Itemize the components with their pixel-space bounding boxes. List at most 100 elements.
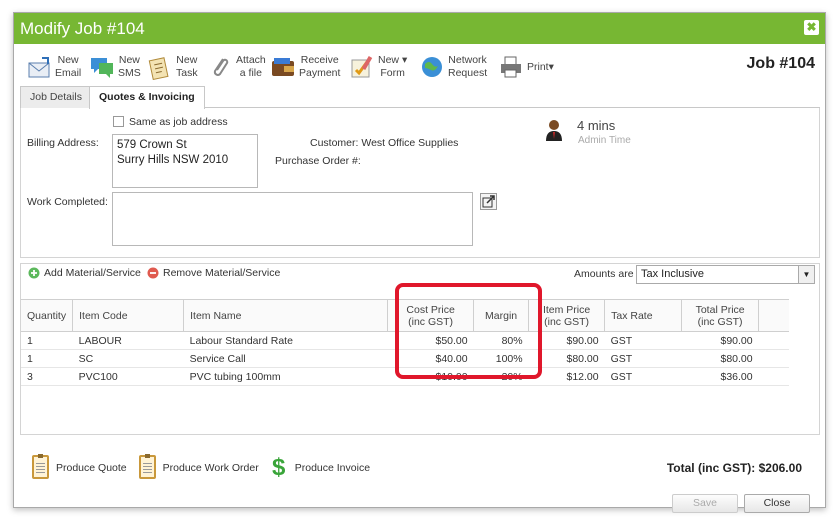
produce-work-order-button[interactable]: Produce Work Order xyxy=(137,454,259,481)
admin-time-label: Admin Time xyxy=(578,135,631,146)
network-request-label2: Request xyxy=(448,67,488,79)
tab-strip: Job Details Quotes & Invoicing xyxy=(20,86,820,109)
new-email-label1: New xyxy=(57,54,79,66)
print-label: Print xyxy=(527,60,549,73)
produce-quote-button[interactable]: Produce Quote xyxy=(30,454,127,481)
col-item-name[interactable]: Item Name xyxy=(183,299,389,332)
produce-invoice-button[interactable]: $ Produce Invoice xyxy=(269,455,370,481)
cell-code[interactable]: LABOUR xyxy=(72,331,184,350)
new-form-button[interactable]: New ▾ Form xyxy=(349,51,407,83)
customer-value: West Office Supplies xyxy=(361,137,459,149)
dialog-title: Modify Job #104 xyxy=(20,19,145,38)
new-task-label2: Task xyxy=(176,67,198,79)
new-email-label2: Email xyxy=(55,67,82,79)
grand-total: Total (inc GST): $206.00 xyxy=(666,461,802,475)
printer-icon xyxy=(498,54,524,80)
cell-tax[interactable]: GST xyxy=(604,349,682,368)
billing-panel: Same as job address Billing Address: 579… xyxy=(20,108,820,258)
expand-icon[interactable] xyxy=(480,193,497,210)
cell-spacer xyxy=(758,349,789,368)
tab-quotes-invoicing[interactable]: Quotes & Invoicing xyxy=(89,86,205,109)
produce-work-order-label: Produce Work Order xyxy=(162,462,259,474)
dialog-titlebar: Modify Job #104 ✖ xyxy=(14,13,825,44)
clipboard-icon xyxy=(30,454,50,481)
close-button[interactable]: Close xyxy=(744,494,810,513)
produce-invoice-label: Produce Invoice xyxy=(294,462,371,474)
cell-tax[interactable]: GST xyxy=(604,367,682,386)
cell-code[interactable]: SC xyxy=(72,349,184,368)
new-form-label1: New xyxy=(378,54,400,66)
network-request-label1: Network xyxy=(448,54,487,66)
chevron-down-icon: ▾ xyxy=(548,60,554,73)
cell-total: $36.00 xyxy=(681,367,759,386)
form-icon xyxy=(349,54,375,80)
cell-name[interactable]: Service Call xyxy=(183,349,388,368)
dollar-icon: $ xyxy=(272,454,286,481)
add-material-label: Add Material/Service xyxy=(44,267,141,279)
billing-address-label: Billing Address: xyxy=(27,137,99,149)
produce-actions: Produce Quote Produce Work Order $ Produ… xyxy=(30,454,380,482)
receive-payment-button[interactable]: Receive Payment xyxy=(270,51,340,83)
email-icon xyxy=(26,54,52,80)
chevron-down-icon: ▾ xyxy=(401,54,408,66)
amounts-are-label: Amounts are xyxy=(574,268,634,280)
col-item-code[interactable]: Item Code xyxy=(72,299,185,332)
cell-total: $90.00 xyxy=(681,331,759,350)
clipboard-icon xyxy=(137,454,157,481)
cell-code[interactable]: PVC100 xyxy=(72,367,184,386)
attach-label1: Attach xyxy=(236,54,266,66)
task-icon xyxy=(147,54,173,81)
paperclip-icon xyxy=(207,54,233,80)
network-request-button[interactable]: Network Request xyxy=(419,51,487,83)
customer-field: Customer: West Office Supplies xyxy=(310,137,458,149)
work-completed-field[interactable] xyxy=(112,192,473,246)
add-material-button[interactable]: Add Material/Service xyxy=(28,267,141,279)
receive-payment-label1: Receive xyxy=(300,54,339,66)
col-quantity[interactable]: Quantity xyxy=(21,299,74,332)
cell-qty[interactable]: 3 xyxy=(21,367,73,386)
new-email-button[interactable]: New Email xyxy=(26,51,81,83)
cell-tax[interactable]: GST xyxy=(604,331,682,350)
billing-address-field[interactable]: 579 Crown St Surry Hills NSW 2010 xyxy=(112,134,258,188)
attach-label2: a file xyxy=(239,67,262,79)
produce-quote-label: Produce Quote xyxy=(56,462,127,474)
chevron-down-icon: ▼ xyxy=(798,266,814,283)
cell-name[interactable]: Labour Standard Rate xyxy=(183,331,388,350)
save-button[interactable]: Save xyxy=(672,494,738,513)
close-icon[interactable]: ✖ xyxy=(804,20,819,35)
new-sms-button[interactable]: New SMS xyxy=(89,51,141,83)
receive-payment-label2: Payment xyxy=(299,67,341,79)
print-button[interactable]: Print▾ xyxy=(498,51,554,83)
col-tax-rate[interactable]: Tax Rate xyxy=(604,299,683,332)
remove-material-button[interactable]: Remove Material/Service xyxy=(147,267,280,279)
cell-name[interactable]: PVC tubing 100mm xyxy=(183,367,388,386)
same-as-job-address-label: Same as job address xyxy=(129,116,228,128)
wallet-icon xyxy=(270,54,296,80)
cell-qty[interactable]: 1 xyxy=(21,331,73,350)
highlight-box xyxy=(395,283,542,379)
amounts-select[interactable]: Tax Inclusive ▼ xyxy=(636,265,815,284)
user-icon xyxy=(545,119,563,141)
billing-address-line2: Surry Hills NSW 2010 xyxy=(117,154,229,166)
globe-icon xyxy=(419,54,445,80)
cell-spacer xyxy=(758,367,789,386)
remove-material-label: Remove Material/Service xyxy=(163,267,281,279)
modify-job-dialog: Modify Job #104 ✖ New Email New SMS New Tas… xyxy=(13,12,826,513)
new-task-button[interactable]: New Task xyxy=(147,51,198,83)
tab-job-details[interactable]: Job Details xyxy=(20,86,92,108)
new-form-label2: Form xyxy=(380,67,405,79)
same-as-job-address-checkbox[interactable] xyxy=(113,116,124,127)
purchase-order-label: Purchase Order #: xyxy=(275,155,361,167)
col-total-price[interactable]: Total Price (inc GST) xyxy=(681,299,760,332)
cell-spacer xyxy=(758,331,789,350)
sms-icon xyxy=(89,54,115,80)
work-completed-label: Work Completed: xyxy=(27,196,108,208)
billing-address-line1: 579 Crown St xyxy=(117,139,187,151)
cell-qty[interactable]: 1 xyxy=(21,349,73,368)
remove-icon xyxy=(147,267,159,279)
attach-file-button[interactable]: Attach a file xyxy=(207,51,266,83)
add-icon xyxy=(28,267,40,279)
amounts-select-value: Tax Inclusive xyxy=(641,268,704,280)
admin-time-value: 4 mins xyxy=(577,118,616,133)
col-spacer xyxy=(758,299,789,332)
